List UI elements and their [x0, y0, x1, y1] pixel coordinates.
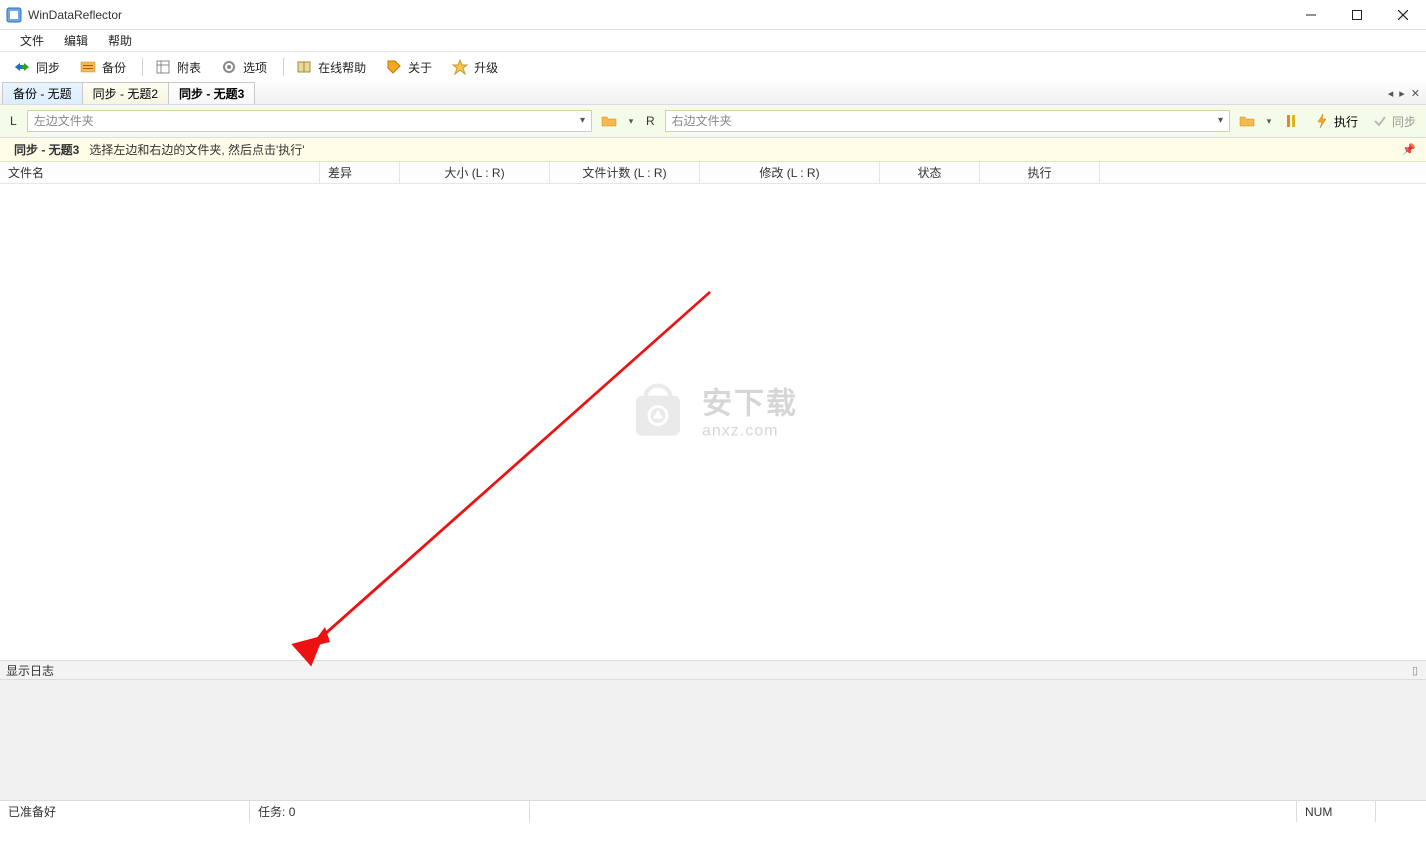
chevron-down-icon: ▾ — [1218, 111, 1223, 131]
toolbar-options[interactable]: 选项 — [217, 57, 271, 78]
column-headers: 文件名 差异 大小 (L : R) 文件计数 (L : R) 修改 (L : R… — [0, 162, 1426, 184]
menu-file[interactable]: 文件 — [10, 30, 54, 51]
toolbar-options-label: 选项 — [243, 59, 267, 76]
backup-icon — [80, 59, 96, 75]
gear-icon — [221, 59, 237, 75]
right-folder-placeholder: 右边文件夹 — [672, 111, 732, 131]
toolbar: 同步 备份 附表 选项 在线帮助 关于 升级 — [0, 52, 1426, 82]
left-folder-placeholder: 左边文件夹 — [34, 111, 94, 131]
col-size[interactable]: 大小 (L : R) — [400, 162, 550, 183]
toolbar-backup-label: 备份 — [102, 59, 126, 76]
star-icon — [452, 59, 468, 75]
menu-help[interactable]: 帮助 — [98, 30, 142, 51]
lightning-icon — [1314, 113, 1330, 129]
right-folder-dropdown[interactable]: ▾ — [1264, 116, 1274, 127]
toolbar-backup[interactable]: 备份 — [76, 57, 130, 78]
col-filename[interactable]: 文件名 — [0, 162, 320, 183]
minimize-button[interactable] — [1288, 0, 1334, 29]
right-label: R — [642, 114, 659, 128]
status-tasks: 任务: 0 — [250, 801, 530, 822]
menu-edit[interactable]: 编辑 — [54, 30, 98, 51]
close-button[interactable] — [1380, 0, 1426, 29]
check-icon — [1372, 113, 1388, 129]
status-ready: 已准备好 — [0, 801, 250, 822]
separator — [283, 58, 284, 76]
app-icon — [6, 7, 22, 23]
filter-button[interactable] — [1280, 113, 1304, 129]
pin-icon[interactable]: ▯ — [1412, 664, 1418, 677]
tab-sync-untitled3[interactable]: 同步 - 无题3 — [168, 82, 255, 104]
attach-icon — [155, 59, 171, 75]
toolbar-about-label: 关于 — [408, 59, 432, 76]
titlebar: WinDataReflector — [0, 0, 1426, 30]
filter-icon — [1284, 113, 1300, 129]
status-tasks-value: 0 — [289, 805, 296, 819]
file-list-area: 安下载 anxz.com — [0, 184, 1426, 660]
pin-icon[interactable]: 📌 — [1402, 143, 1416, 156]
status-tasks-label: 任务: — [258, 803, 285, 820]
toolbar-sync[interactable]: 同步 — [10, 57, 64, 78]
book-icon — [296, 59, 312, 75]
tabstrip: 备份 - 无题 同步 - 无题2 同步 - 无题3 ◂ ▸ ✕ — [0, 82, 1426, 104]
maximize-button[interactable] — [1334, 0, 1380, 29]
path-row: L 左边文件夹 ▾ ▾ R 右边文件夹 ▾ ▾ 执行 同步 — [0, 104, 1426, 138]
toolbar-about[interactable]: 关于 — [382, 57, 436, 78]
tag-icon — [386, 59, 402, 75]
tab-backup-untitled[interactable]: 备份 - 无题 — [2, 82, 83, 104]
tab-sync-untitled2[interactable]: 同步 - 无题2 — [82, 82, 169, 104]
chevron-down-icon: ▾ — [580, 111, 585, 131]
log-panel-body — [0, 680, 1426, 800]
toolbar-sync-label: 同步 — [36, 59, 60, 76]
right-browse-button[interactable] — [1236, 110, 1258, 132]
tab-label: 同步 - 无题2 — [93, 85, 158, 102]
tab-close-icon[interactable]: ✕ — [1411, 87, 1420, 100]
window-title: WinDataReflector — [28, 8, 1288, 22]
tab-label: 同步 - 无题3 — [179, 85, 244, 102]
tab-scroll-right-icon[interactable]: ▸ — [1399, 87, 1405, 100]
toolbar-onlinehelp-label: 在线帮助 — [318, 59, 366, 76]
col-count[interactable]: 文件计数 (L : R) — [550, 162, 700, 183]
separator — [142, 58, 143, 76]
hint-bar: 同步 - 无题3 选择左边和右边的文件夹, 然后点击'执行' 📌 — [0, 138, 1426, 162]
col-diff[interactable]: 差异 — [320, 162, 400, 183]
sync-button[interactable]: 同步 — [1368, 113, 1420, 130]
left-folder-dropdown[interactable]: ▾ — [626, 116, 636, 127]
annotation-arrow-icon — [290, 282, 720, 682]
status-numlock: NUM — [1296, 801, 1376, 822]
tab-scroll-left-icon[interactable]: ◂ — [1388, 87, 1394, 100]
left-label: L — [6, 114, 21, 128]
sync-arrows-icon — [14, 59, 30, 75]
left-browse-button[interactable] — [598, 110, 620, 132]
col-modified[interactable]: 修改 (L : R) — [700, 162, 880, 183]
tab-label: 备份 - 无题 — [13, 85, 72, 102]
hint-text: 选择左边和右边的文件夹, 然后点击'执行' — [89, 141, 304, 158]
toolbar-onlinehelp[interactable]: 在线帮助 — [292, 57, 370, 78]
statusbar: 已准备好 任务: 0 NUM — [0, 800, 1426, 822]
log-title: 显示日志 — [6, 662, 54, 679]
sync-label: 同步 — [1392, 113, 1416, 130]
hint-title: 同步 - 无题3 — [14, 141, 79, 158]
status-end — [1376, 801, 1426, 822]
right-folder-input[interactable]: 右边文件夹 ▾ — [665, 110, 1230, 132]
toolbar-upgrade[interactable]: 升级 — [448, 57, 502, 78]
run-button[interactable]: 执行 — [1310, 113, 1362, 130]
toolbar-upgrade-label: 升级 — [474, 59, 498, 76]
left-folder-input[interactable]: 左边文件夹 ▾ — [27, 110, 592, 132]
col-action[interactable]: 执行 — [980, 162, 1100, 183]
toolbar-attach[interactable]: 附表 — [151, 57, 205, 78]
run-label: 执行 — [1334, 113, 1358, 130]
toolbar-attach-label: 附表 — [177, 59, 201, 76]
col-status[interactable]: 状态 — [880, 162, 980, 183]
menubar: 文件 编辑 帮助 — [0, 30, 1426, 52]
